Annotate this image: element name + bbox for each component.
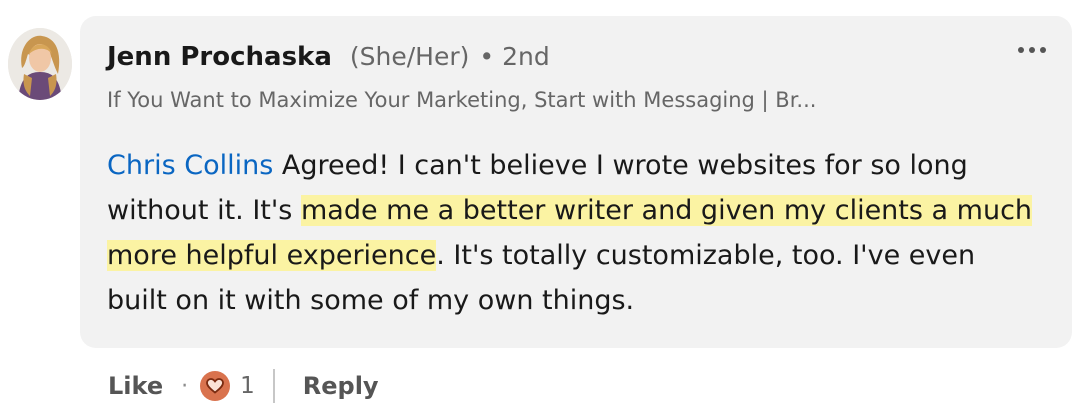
ellipsis-icon — [1018, 47, 1024, 53]
comment-author-row: Jenn Prochaska (She/Her) • 2nd — [107, 42, 550, 72]
ellipsis-icon-dot — [1029, 47, 1035, 53]
heart-icon[interactable] — [200, 371, 231, 401]
more-options-button[interactable] — [1012, 40, 1052, 60]
comment-actions: Like · 1 Reply — [108, 366, 379, 406]
mention-link[interactable]: Chris Collins — [107, 150, 273, 181]
reaction-count[interactable]: 1 — [240, 373, 255, 399]
ellipsis-icon-dot — [1040, 47, 1046, 53]
like-button[interactable]: Like — [108, 372, 163, 400]
reply-button[interactable]: Reply — [303, 372, 379, 400]
comment-bubble: Jenn Prochaska (She/Her) • 2nd If You Wa… — [80, 16, 1072, 348]
author-name[interactable]: Jenn Prochaska — [107, 42, 332, 72]
avatar[interactable] — [8, 28, 72, 100]
author-pronouns: (She/Her) — [349, 42, 470, 71]
comment-thread: Jenn Prochaska (She/Her) • 2nd If You Wa… — [0, 0, 1080, 411]
connection-degree: 2nd — [502, 42, 550, 71]
comment-body: Chris Collins Agreed! I can't believe I … — [107, 143, 1037, 323]
avatar-image — [8, 28, 72, 100]
actions-divider — [272, 369, 275, 403]
author-headline[interactable]: If You Want to Maximize Your Marketing, … — [107, 88, 816, 112]
heart-icon-glyph — [206, 378, 225, 394]
action-separator: · — [181, 373, 189, 399]
degree-separator: • — [479, 42, 495, 71]
